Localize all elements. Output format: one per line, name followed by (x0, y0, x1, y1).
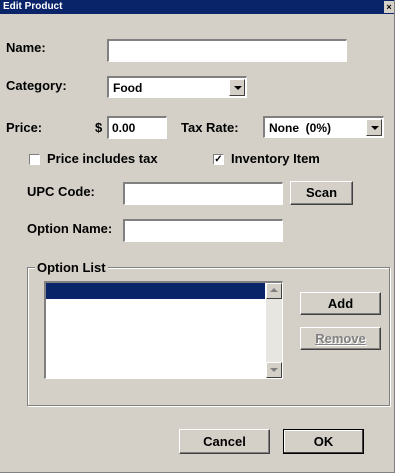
category-label: Category: (6, 78, 67, 93)
list-item[interactable] (46, 283, 265, 299)
price-includes-tax-checkbox[interactable] (29, 154, 40, 165)
option-list-label: Option List (35, 260, 108, 275)
check-mark-icon: ✓ (214, 154, 223, 165)
scan-button[interactable]: Scan (290, 181, 353, 205)
window-title: Edit Product (3, 1, 63, 12)
category-select[interactable]: Food (107, 76, 247, 98)
chevron-down-icon[interactable] (229, 79, 245, 96)
category-select-value: Food (113, 81, 143, 95)
name-input[interactable] (107, 39, 347, 62)
ok-button[interactable]: OK (283, 429, 364, 454)
inventory-item-checkbox[interactable]: ✓ (213, 154, 224, 165)
close-button[interactable]: × (384, 1, 394, 13)
remove-option-button[interactable]: Remove (300, 327, 381, 350)
tax-rate-select[interactable]: None (0%) (263, 116, 384, 138)
scroll-down-icon[interactable] (266, 362, 282, 378)
upc-code-input[interactable] (123, 182, 283, 205)
edit-product-dialog: Edit Product × Name: Category: Food Pric… (0, 0, 395, 473)
list-scrollbar[interactable] (266, 283, 282, 378)
tax-rate-select-value: None (0%) (269, 121, 332, 135)
tax-rate-label: Tax Rate: (181, 120, 239, 135)
price-includes-tax-label[interactable]: Price includes tax (47, 151, 158, 166)
price-label: Price: (6, 120, 43, 135)
option-list-box[interactable] (44, 281, 283, 379)
option-name-label: Option Name: (27, 221, 113, 236)
add-option-button[interactable]: Add (300, 292, 381, 315)
scroll-up-icon[interactable] (266, 283, 282, 299)
name-label: Name: (6, 40, 46, 55)
upc-code-label: UPC Code: (27, 184, 95, 199)
price-input[interactable] (107, 116, 167, 139)
chevron-down-icon[interactable] (366, 119, 382, 136)
inventory-item-label[interactable]: Inventory Item (231, 151, 320, 166)
cancel-button[interactable]: Cancel (179, 429, 270, 454)
option-name-input[interactable] (123, 219, 283, 242)
currency-symbol: $ (95, 120, 103, 135)
title-bar: Edit Product × (0, 0, 394, 14)
